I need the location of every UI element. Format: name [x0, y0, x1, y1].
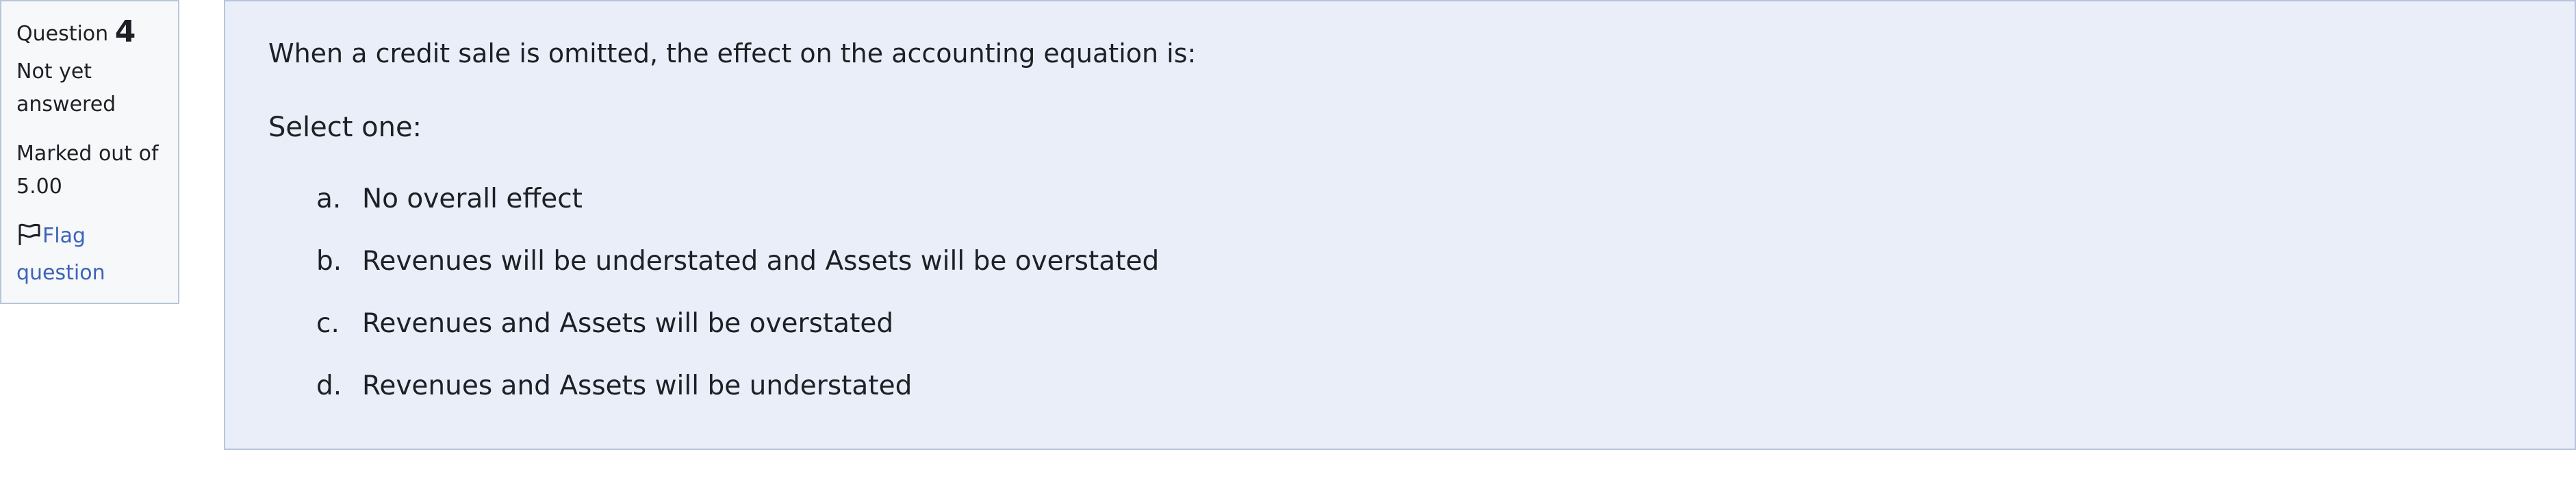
select-one-prompt: Select one:: [268, 112, 422, 143]
question-text: When a credit sale is omitted, the effec…: [268, 38, 1197, 68]
answer-text[interactable]: No overall effect: [362, 184, 583, 214]
flag-question-label-line1[interactable]: Flag: [42, 224, 86, 248]
answer-option-c[interactable]: c. Revenues and Assets will be overstate…: [316, 292, 1159, 355]
flag-icon[interactable]: [16, 222, 41, 257]
answer-options: a. No overall effect b. Revenues will be…: [316, 168, 1159, 417]
quiz-page: Question 4 Not yet answered Marked out o…: [0, 0, 2576, 478]
answer-option-a[interactable]: a. No overall effect: [316, 168, 1159, 230]
question-grade: Marked out of 5.00: [16, 138, 163, 203]
answer-letter: b.: [316, 246, 342, 277]
question-number-heading: Question 4: [16, 15, 163, 51]
answer-text[interactable]: Revenues and Assets will be overstated: [362, 308, 893, 339]
flag-icon-graphic: [18, 223, 40, 245]
answer-letter: d.: [316, 370, 342, 401]
question-state-line1: Not yet: [16, 60, 92, 84]
question-label: Question: [16, 22, 109, 46]
answer-text[interactable]: Revenues and Assets will be understated: [362, 370, 912, 401]
answer-option-d[interactable]: d. Revenues and Assets will be understat…: [316, 355, 1159, 417]
question-grade-line1: Marked out of: [16, 142, 159, 166]
question-state: Not yet answered: [16, 55, 163, 121]
question-number: 4: [114, 14, 136, 49]
question-info-panel: Question 4 Not yet answered Marked out o…: [0, 0, 179, 304]
answer-letter: c.: [316, 308, 340, 339]
answer-text[interactable]: Revenues will be understated and Assets …: [362, 246, 1159, 277]
flag-question-label-line2[interactable]: question: [16, 257, 163, 290]
question-grade-line2: 5.00: [16, 175, 62, 199]
question-state-line2: answered: [16, 92, 116, 116]
answer-option-b[interactable]: b. Revenues will be understated and Asse…: [316, 230, 1159, 292]
flag-question-link[interactable]: Flag question: [16, 220, 163, 290]
answer-letter: a.: [316, 184, 342, 214]
question-content-panel: When a credit sale is omitted, the effec…: [224, 0, 2576, 450]
